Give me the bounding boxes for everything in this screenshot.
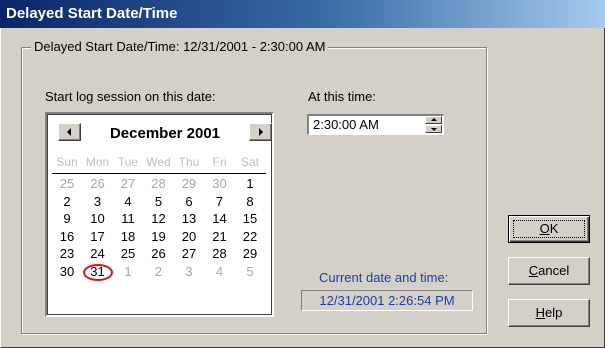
left-arrow-icon — [67, 128, 71, 136]
month-calendar[interactable]: December 2001 Sun Mon Tue Wed Thu Fri Sat 25 26… — [45, 112, 274, 317]
calendar-day[interactable]: 5 — [144, 194, 174, 209]
calendar-day[interactable]: 21 — [205, 229, 235, 244]
calendar-day[interactable]: 18 — [113, 229, 143, 244]
right-arrow-icon — [259, 128, 263, 136]
calendar-day[interactable]: 30 — [205, 176, 235, 191]
calendar-day[interactable]: 27 — [113, 176, 143, 191]
calendar-day[interactable]: 1 — [235, 176, 265, 191]
calendar-day[interactable]: 15 — [235, 211, 265, 226]
calendar-day[interactable]: 1 — [113, 264, 143, 279]
calendar-day[interactable]: 16 — [52, 229, 82, 244]
weekday-label: Tue — [117, 155, 139, 169]
calendar-day[interactable]: 29 — [235, 246, 265, 261]
time-spinner — [425, 116, 442, 133]
time-up-button[interactable] — [425, 116, 442, 124]
help-button[interactable]: Help — [508, 299, 590, 327]
groupbox-legend: Delayed Start Date/Time: 12/31/2001 - 2:… — [31, 39, 329, 54]
weekday-label: Thu — [178, 155, 200, 169]
calendar-day[interactable]: 4 — [113, 194, 143, 209]
start-date-label: Start log session on this date: — [45, 89, 216, 104]
month-year-title[interactable]: December 2001 — [105, 125, 225, 142]
time-picker[interactable]: 2:30:00 AM — [307, 114, 444, 135]
time-label: At this time: — [308, 89, 376, 104]
ok-button[interactable]: OK — [508, 215, 590, 243]
spin-down-icon — [431, 128, 437, 131]
window-title: Delayed Start Date/Time — [6, 5, 178, 22]
current-datetime-label: Current date and time: — [319, 270, 449, 285]
help-access-key: H — [535, 305, 546, 320]
prev-month-button[interactable] — [58, 123, 81, 141]
calendar-day[interactable]: 8 — [235, 194, 265, 209]
calendar-day[interactable]: 5 — [235, 264, 265, 279]
weekday-label: Sat — [240, 155, 259, 169]
today-marker — [82, 263, 113, 281]
calendar-day[interactable]: 23 — [52, 246, 82, 261]
calendar-day[interactable]: 27 — [174, 246, 204, 261]
calendar-day[interactable]: 9 — [52, 211, 82, 226]
time-value[interactable]: 2:30:00 AM — [313, 117, 379, 132]
next-month-button[interactable] — [249, 123, 272, 141]
calendar-day[interactable]: 11 — [113, 211, 143, 226]
calendar-day[interactable]: 22 — [235, 229, 265, 244]
time-down-button[interactable] — [425, 125, 442, 133]
weekday-label: Fri — [212, 155, 227, 169]
calendar-day[interactable]: 24 — [83, 246, 113, 261]
calendar-day[interactable]: 28 — [205, 246, 235, 261]
calendar-day[interactable]: 7 — [205, 194, 235, 209]
calendar-day[interactable]: 26 — [144, 246, 174, 261]
calendar-day[interactable]: 25 — [52, 176, 82, 191]
calendar-day[interactable]: 2 — [144, 264, 174, 279]
calendar-header: December 2001 — [50, 118, 272, 148]
calendar-day[interactable]: 14 — [205, 211, 235, 226]
help-label-rest: elp — [545, 305, 563, 320]
calendar-day[interactable]: 29 — [174, 176, 204, 191]
cancel-button[interactable]: Cancel — [508, 257, 590, 285]
calendar-day[interactable]: 3 — [83, 194, 113, 209]
weekday-label: Wed — [146, 155, 171, 169]
calendar-day[interactable]: 19 — [144, 229, 174, 244]
weekday-label: Sun — [56, 155, 78, 169]
weekday-label: Mon — [85, 155, 110, 169]
calendar-day[interactable]: 12 — [144, 211, 174, 226]
current-datetime-value: 12/31/2001 2:26:54 PM — [301, 290, 473, 311]
calendar-day[interactable]: 28 — [144, 176, 174, 191]
calendar-day[interactable]: 10 — [83, 211, 113, 226]
calendar-day[interactable]: 6 — [174, 194, 204, 209]
calendar-day[interactable]: 17 — [83, 229, 113, 244]
calendar-day[interactable]: 25 — [113, 246, 143, 261]
cancel-label-rest: ancel — [538, 263, 570, 278]
calendar-day[interactable]: 30 — [52, 264, 82, 279]
calendar-day[interactable]: 4 — [205, 264, 235, 279]
title-bar[interactable]: Delayed Start Date/Time — [0, 0, 605, 28]
calendar-day[interactable]: 20 — [174, 229, 204, 244]
calendar-day[interactable]: 13 — [174, 211, 204, 226]
focus-rect — [513, 220, 585, 238]
spin-up-icon — [431, 118, 437, 121]
calendar-day[interactable]: 26 — [83, 176, 113, 191]
calendar-day[interactable]: 2 — [52, 194, 82, 209]
calendar-day[interactable]: 3 — [174, 264, 204, 279]
cancel-access-key: C — [528, 263, 539, 278]
weekday-header: Sun Mon Tue Wed Thu Fri Sat — [52, 155, 266, 174]
